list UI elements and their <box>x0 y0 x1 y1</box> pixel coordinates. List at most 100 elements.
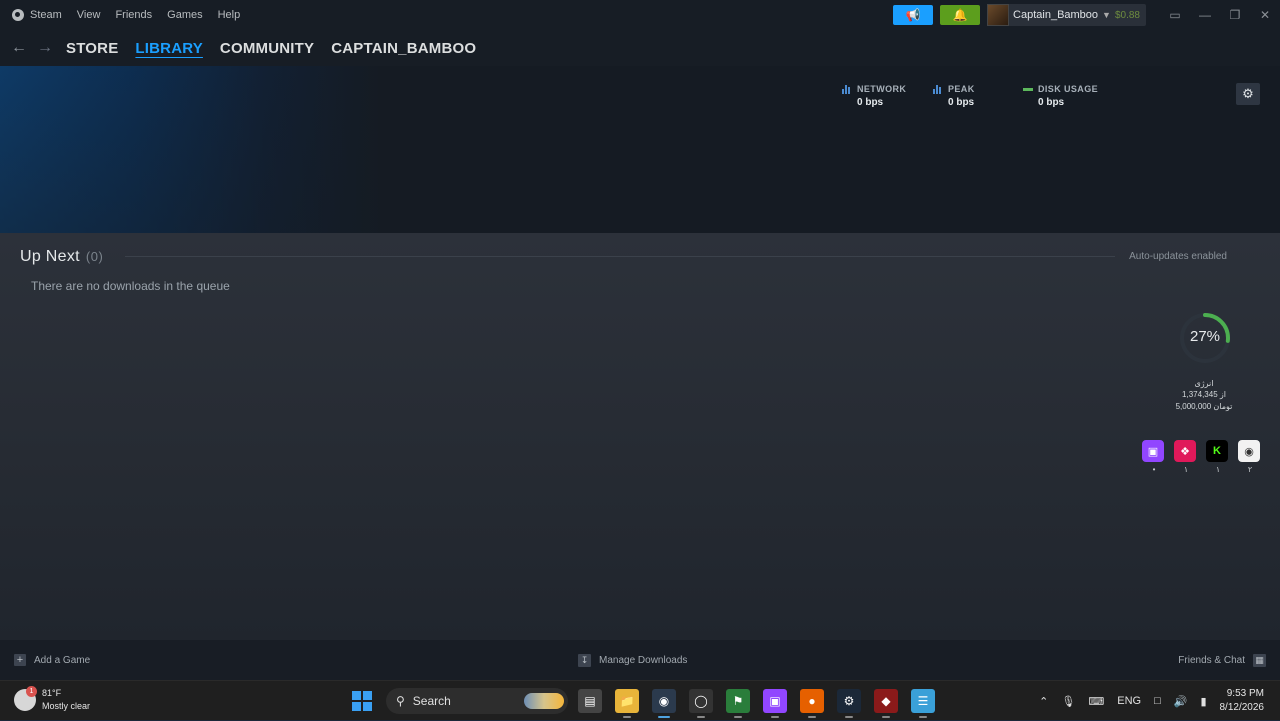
manage-downloads-button[interactable]: ↧ Manage Downloads <box>578 653 688 667</box>
volume-icon[interactable]: 🔊 <box>1174 695 1188 708</box>
close-button[interactable]: ✕ <box>1250 0 1280 30</box>
maximize-button[interactable]: ❐ <box>1220 0 1250 30</box>
browser-icon[interactable]: ◉ <box>652 689 676 718</box>
manage-downloads-label: Manage Downloads <box>599 654 688 666</box>
add-game-label: Add a Game <box>34 654 91 666</box>
graph-shade <box>0 66 380 233</box>
up-next-count: (0) <box>85 249 104 264</box>
weather-widget[interactable]: 1 81°F Mostly clear <box>14 686 91 713</box>
friends-chat-button[interactable]: Friends & Chat ▦ <box>1178 653 1266 667</box>
bar-chart-icon <box>933 84 943 94</box>
friends-chat-label: Friends & Chat <box>1178 654 1245 666</box>
chat-icon: ▦ <box>1253 653 1266 667</box>
minimize-button[interactable]: — <box>1190 0 1220 30</box>
search-label: Search <box>412 694 451 708</box>
keyboard-icon[interactable]: ⌨ <box>1088 695 1104 708</box>
language-indicator[interactable]: ENG <box>1117 695 1141 707</box>
app-count-eye: ٢ <box>1247 465 1253 474</box>
disk-value: 0 bps <box>1038 97 1065 108</box>
nav-bar: ← → STORE LIBRARY COMMUNITY CAPTAIN_BAMB… <box>0 30 1280 66</box>
peak-label: PEAK <box>948 84 975 94</box>
file-explorer-icon[interactable]: 📁 <box>615 689 639 718</box>
download-queue: Up Next (0) Auto-updates enabled There a… <box>0 233 1280 640</box>
gift-icon[interactable]: ❖ <box>1174 440 1196 462</box>
steam-app-icon[interactable]: ⚙ <box>837 689 861 718</box>
windows-start-icon[interactable] <box>352 691 372 711</box>
menu-view[interactable]: View <box>77 9 101 21</box>
search-highlight-image <box>524 693 564 709</box>
overlay-app-icons: ▣ ❖ K ◉ <box>1142 440 1270 462</box>
bar-chart-icon <box>842 84 852 94</box>
peak-stat: PEAK 0 bps <box>933 84 975 108</box>
menu-games[interactable]: Games <box>167 9 202 21</box>
taskbar-apps: ⚲ Search ▤ 📁 ◉ ◯ ⚑ ▣ ● ⚙ ◆ ☰ <box>352 687 948 718</box>
menu-steam-label: Steam <box>30 9 62 21</box>
add-game-button[interactable]: + Add a Game <box>14 654 90 666</box>
widget-line-1: انرژی <box>1194 379 1214 388</box>
microphone-icon[interactable]: 🎙 <box>1061 695 1075 708</box>
up-next-header: Up Next (0) <box>20 248 103 266</box>
chevron-down-icon: ▼ <box>1102 10 1111 20</box>
moon-cloud-icon: 1 <box>14 686 37 711</box>
widget-line-3: 5,000,000 تومان <box>1175 402 1233 411</box>
network-value: 0 bps <box>857 97 884 108</box>
notepad-icon[interactable]: ☰ <box>911 689 935 718</box>
firefox-icon[interactable]: ● <box>800 689 824 718</box>
nav-community[interactable]: COMMUNITY <box>220 40 314 57</box>
steam-footer: + Add a Game ↧ Manage Downloads Friends … <box>0 640 1280 680</box>
disk-stat: DISK USAGE 0 bps <box>1023 84 1098 108</box>
nav-profile[interactable]: CAPTAIN_BAMBOO <box>331 40 476 57</box>
clock-date: 8/12/2026 <box>1219 702 1265 713</box>
battery-icon[interactable]: ▮ <box>1200 695 1206 708</box>
auto-updates-status[interactable]: Auto-updates enabled <box>1129 251 1227 262</box>
settings-button[interactable]: ⚙ <box>1236 83 1260 105</box>
menu-friends[interactable]: Friends <box>115 9 152 21</box>
disk-label: DISK USAGE <box>1038 84 1099 94</box>
dota-icon[interactable]: ◆ <box>874 689 898 718</box>
back-arrow-icon[interactable]: ← <box>6 39 32 57</box>
task-view-icon[interactable]: ▤ <box>578 689 602 713</box>
maximize-icon: ❐ <box>1229 8 1241 22</box>
download-icon: ↧ <box>578 653 591 667</box>
network-stat: NETWORK 0 bps <box>842 84 906 108</box>
forward-arrow-icon[interactable]: → <box>32 39 58 57</box>
weather-badge: 1 <box>26 686 37 697</box>
avatar <box>987 4 1010 26</box>
notifications-button[interactable]: 🔔 <box>940 5 981 25</box>
twitch-icon[interactable]: ▣ <box>1142 440 1164 462</box>
menu-steam[interactable]: Steam <box>12 9 62 21</box>
account-menu[interactable]: Captain_Bamboo ▼ $0.88 <box>987 4 1146 26</box>
flag-app-icon[interactable]: ⚑ <box>726 689 750 718</box>
disk-line-icon <box>1023 87 1033 91</box>
menu-bar: Steam View Friends Games Help <box>0 0 255 30</box>
peak-value: 0 bps <box>948 97 975 108</box>
title-controls: 📢 🔔 Captain_Bamboo ▼ $0.88 ▭ — ❐ ✕ <box>893 0 1280 30</box>
kick-icon[interactable]: K <box>1206 440 1228 462</box>
big-picture-button[interactable]: ▭ <box>1160 0 1190 30</box>
network-icon[interactable]: □ <box>1154 695 1161 707</box>
monitor-icon: ▭ <box>1169 8 1181 22</box>
section-divider <box>125 256 1115 257</box>
overlay-widget: 27% انرژی 1,374,345 از 5,000,000 تومان <box>1162 311 1246 421</box>
menu-help[interactable]: Help <box>218 9 241 21</box>
search-icon: ⚲ <box>396 694 405 708</box>
taskbar-search[interactable]: ⚲ Search <box>386 688 568 714</box>
weather-condition: Mostly clear <box>42 701 91 711</box>
chrome-icon[interactable]: ◯ <box>689 689 713 718</box>
network-label: NETWORK <box>857 84 907 94</box>
twitch-app-icon[interactable]: ▣ <box>763 689 787 718</box>
nav-store[interactable]: STORE <box>66 40 118 57</box>
chevron-up-icon[interactable]: ⌃ <box>1039 695 1048 708</box>
plus-icon: + <box>14 654 26 666</box>
windows-taskbar: 1 81°F Mostly clear ⚲ Search ▤ 📁 ◉ ◯ ⚑ ▣… <box>0 680 1280 720</box>
bell-icon: 🔔 <box>952 8 968 22</box>
system-tray: ⌃ 🎙 ⌨ ENG □ 🔊 ▮ 9:53 PM 8/12/2026 <box>1039 681 1280 721</box>
app-count-twitch: • <box>1152 465 1156 474</box>
eye-icon[interactable]: ◉ <box>1238 440 1260 462</box>
empty-queue-message: There are no downloads in the queue <box>31 279 230 293</box>
announcements-button[interactable]: 📢 <box>893 5 934 25</box>
account-name: Captain_Bamboo <box>1013 9 1099 21</box>
nav-library[interactable]: LIBRARY <box>135 40 203 57</box>
clock[interactable]: 9:53 PM 8/12/2026 <box>1220 687 1265 715</box>
clock-time: 9:53 PM <box>1226 688 1264 699</box>
